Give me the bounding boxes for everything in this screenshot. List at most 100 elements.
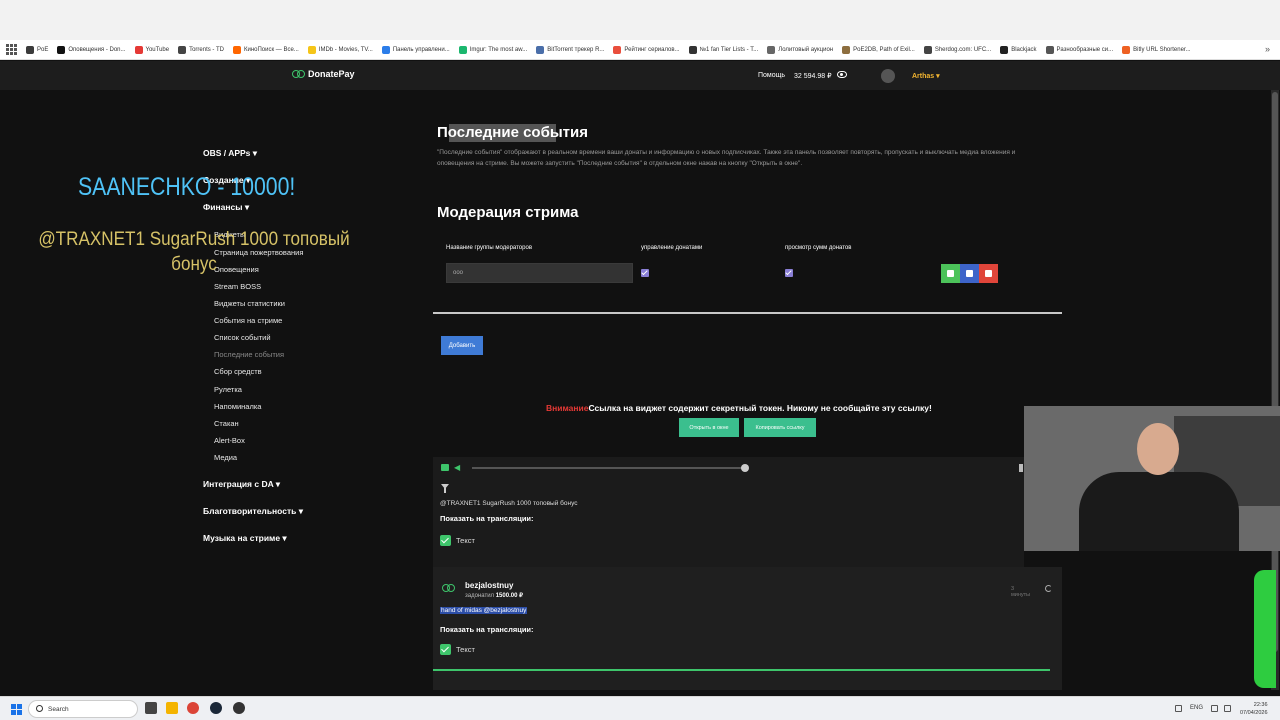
donation-amount: 1500.00 ₽ [495, 593, 523, 599]
sidebar-item-roulette[interactable]: Рулетка [214, 385, 242, 394]
webcam-person-body [1079, 472, 1239, 551]
moderator-group-name-input[interactable] [446, 263, 633, 283]
volume-tray-icon[interactable] [1224, 705, 1231, 712]
task-view-icon[interactable] [145, 702, 157, 714]
view-amounts-checkbox[interactable] [785, 269, 793, 277]
repeat-icon[interactable] [1045, 585, 1052, 592]
bookmark-item[interactable]: Разнообразные си... [1045, 45, 1113, 54]
bookmark-item[interactable]: BitTorrent трекер R... [536, 45, 604, 54]
save-icon [966, 270, 973, 277]
copy-link-button[interactable]: Копировать ссылку [744, 418, 816, 437]
help-link[interactable]: Помощь [758, 72, 785, 79]
bookmark-favicon-icon [1122, 45, 1131, 54]
bookmark-item[interactable]: Лолитовый аукцион [767, 45, 834, 54]
support-chat-tab[interactable] [1254, 570, 1276, 688]
bookmarks-overflow-icon[interactable]: » [1265, 44, 1270, 54]
bookmark-item[interactable]: Bitly URL Shortener... [1122, 45, 1191, 54]
show-text-checkbox[interactable] [440, 535, 451, 546]
bookmark-item[interactable]: PoE [26, 45, 48, 54]
clock-time: 22:36 [1253, 702, 1268, 708]
language-indicator[interactable]: ENG [1190, 705, 1203, 711]
event-message: hand of midas @bezjalostnuy [440, 607, 528, 614]
show-text-checkbox[interactable] [440, 644, 451, 655]
event-message: @TRAXNET1 SugarRush 1000 топовый бонус [440, 500, 578, 507]
column-header-manage-donations: управление донатами [641, 245, 703, 251]
chrome-icon[interactable] [187, 702, 199, 714]
sidebar-item-alert-box[interactable]: Alert-Box [214, 436, 245, 445]
bookmark-item[interactable]: Рейтинг сериалов... [613, 45, 680, 54]
eye-icon[interactable] [837, 71, 847, 78]
bookmark-item[interactable]: Панель управлени... [381, 45, 450, 54]
sidebar-item-glass[interactable]: Стакан [214, 419, 239, 428]
bookmark-favicon-icon [536, 45, 545, 54]
mic-icon[interactable] [1175, 705, 1182, 712]
save-button[interactable] [960, 264, 979, 283]
sidebar-item-media[interactable]: Медиа [214, 453, 237, 462]
file-explorer-icon[interactable] [166, 702, 178, 714]
donatepay-logo[interactable]: DonatePay [292, 69, 355, 79]
bookmark-item[interactable]: PoE2DB, Path of Exil... [842, 45, 915, 54]
site-header: DonatePay Помощь 32 594.98 ₽ Arthas ▾ [0, 61, 1280, 90]
bookmark-label: Оповещения - Don... [68, 46, 126, 53]
sidebar-item-stream-events[interactable]: События на стриме [214, 316, 282, 325]
sidebar-item-reminder[interactable]: Напоминалка [214, 402, 261, 411]
delete-button[interactable] [979, 264, 998, 283]
sidebar-item-stream-boss[interactable]: Stream BOSS [214, 282, 261, 291]
sidebar-item-fundraising[interactable]: Сбор средств [214, 367, 262, 376]
volume-slider-handle[interactable] [741, 464, 749, 472]
volume-slider[interactable] [472, 467, 745, 469]
bookmark-item[interactable]: Torrents - TD [178, 45, 224, 54]
sidebar-item-recent-events[interactable]: Последние события [214, 350, 284, 359]
page-description: "Последние события" отображают в реально… [437, 149, 1016, 167]
bookmark-favicon-icon [307, 45, 316, 54]
trash-icon [985, 270, 992, 277]
bookmark-item[interactable]: IMDb - Movies, TV... [307, 45, 373, 54]
bookmark-item[interactable]: Blackjack [1000, 45, 1037, 54]
show-text-label: Текст [456, 536, 475, 545]
bookmark-item[interactable]: Imgur: The most aw... [458, 45, 527, 54]
chat-button[interactable] [941, 264, 960, 283]
add-button[interactable]: Добавить [441, 336, 483, 355]
sidebar-item-stat-widgets[interactable]: Виджеты статистики [214, 299, 285, 308]
manage-donations-checkbox[interactable] [641, 269, 649, 277]
volume-icon[interactable]: ◀ [454, 463, 463, 472]
avatar[interactable] [881, 69, 895, 83]
bookmark-label: YouTube [145, 46, 170, 53]
bookmark-label: Лолитовый аукцион [778, 46, 834, 53]
sidebar-group-music[interactable]: Музыка на стриме ▾ [203, 533, 287, 544]
clock[interactable]: 22:36 07/04/2026 [1240, 701, 1268, 717]
divider [433, 312, 1062, 314]
bookmark-favicon-icon [178, 45, 187, 54]
search-icon [36, 705, 43, 712]
user-menu[interactable]: Arthas ▾ [912, 72, 940, 80]
browser-tabstrip [0, 0, 1280, 40]
open-in-window-button[interactable]: Открыть в окне [679, 418, 739, 437]
bookmark-item[interactable]: YouTube [134, 45, 170, 54]
taskbar-search[interactable]: Search [28, 700, 138, 718]
sidebar-item-event-list[interactable]: Список событий [214, 333, 271, 342]
bookmark-favicon-icon [1045, 45, 1054, 54]
filter-icon[interactable] [441, 484, 449, 493]
sidebar-group-charity[interactable]: Благотворительность ▾ [203, 506, 303, 517]
obs-icon[interactable] [233, 702, 245, 714]
scrollbar-thumb[interactable] [1272, 92, 1278, 652]
sidebar-group-finance[interactable]: Финансы ▾ [203, 202, 249, 213]
sidebar-group-da-integration[interactable]: Интеграция с DA ▾ [203, 479, 280, 490]
column-header-view-amounts: просмотр сумм донатов [785, 245, 852, 251]
bookmark-item[interactable]: №1 fan Tier Lists - T... [688, 45, 758, 54]
windows-start-icon[interactable] [11, 704, 22, 715]
bookmark-item[interactable]: Оповещения - Don... [57, 45, 126, 54]
bookmark-item[interactable]: КиноПоиск — Все... [233, 45, 299, 54]
media-icon[interactable] [441, 464, 449, 471]
show-on-stream-label: Показать на трансляции: [440, 514, 534, 523]
apps-grid-icon[interactable] [6, 43, 18, 56]
bookmark-favicon-icon [134, 45, 143, 54]
windows-taskbar: Search ENG 22:36 07/04/2026 [0, 696, 1280, 720]
steam-icon[interactable] [210, 702, 222, 714]
donor-name: bezjalostnuy [465, 581, 514, 590]
bookmark-item[interactable]: Sherdog.com: UFC... [923, 45, 991, 54]
network-icon[interactable] [1211, 705, 1218, 712]
expand-icon[interactable] [1019, 464, 1023, 472]
bookmark-favicon-icon [458, 45, 467, 54]
sidebar-group-obs[interactable]: OBS / APPs ▾ [203, 148, 257, 159]
